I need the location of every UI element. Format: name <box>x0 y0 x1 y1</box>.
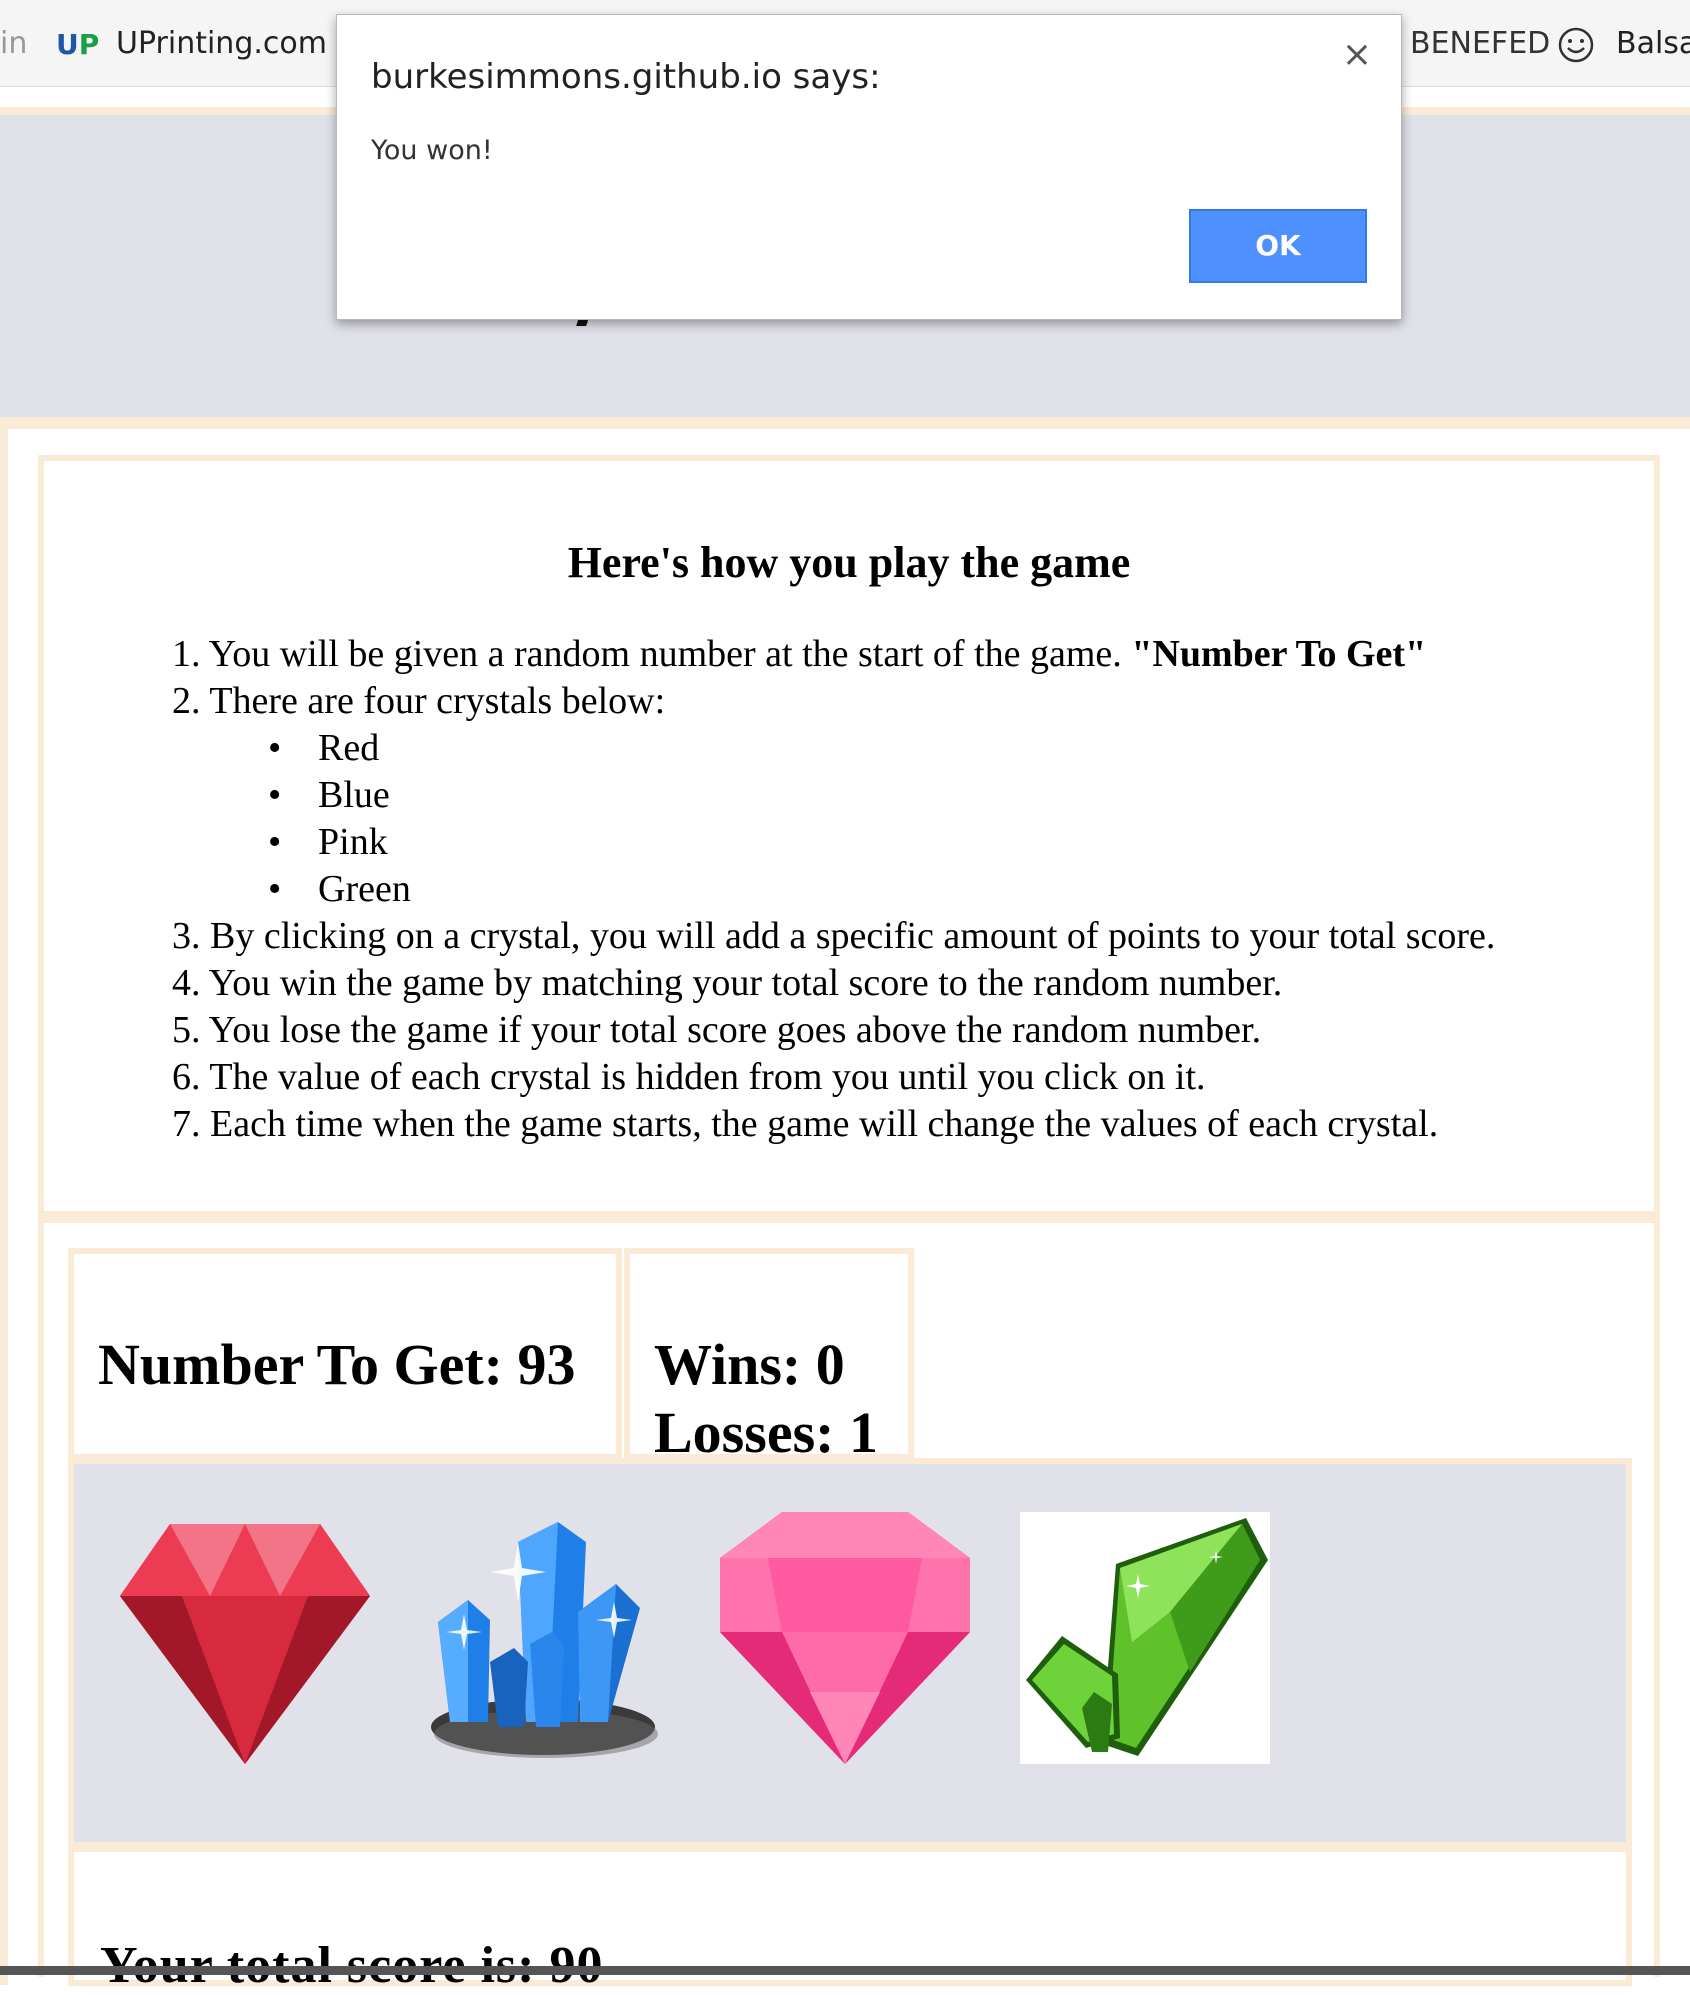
number-to-get: Number To Get: 93 <box>98 1332 576 1397</box>
wins-count: Wins: 0 <box>654 1332 845 1397</box>
instructions-heading: Here's how you play the game <box>567 538 1131 587</box>
instruction-step-6: 6. The value of each crystal is hidden f… <box>172 1056 1206 1098</box>
instructions-list: 1. You will be given a random number at … <box>172 631 1495 1148</box>
alert-dialog: burkesimmons.github.io says: × You won! … <box>336 14 1402 320</box>
divider <box>0 417 1690 429</box>
window-bottom-edge <box>0 1966 1690 1975</box>
instruction-step-3: 3. By clicking on a crystal, you will ad… <box>172 915 1496 957</box>
bookmark-benefed[interactable]: BENEFED <box>1410 26 1550 61</box>
record-box: Wins: 0 Losses: 1 <box>624 1248 914 1460</box>
target-number-box: Number To Get: 93 <box>68 1248 622 1460</box>
dialog-message: You won! <box>371 135 493 166</box>
pink-crystal-button[interactable] <box>720 1512 970 1764</box>
total-score-box: Your total score is: 90 <box>68 1846 1632 1994</box>
red-crystal-button[interactable] <box>120 1512 370 1764</box>
uprinting-logo-icon: UP <box>56 28 100 61</box>
instruction-step-2: 2. There are four crystals below: <box>172 680 666 722</box>
ok-button[interactable]: OK <box>1189 209 1367 283</box>
bookmark-balsam[interactable]: Balsam <box>1616 26 1690 61</box>
instruction-step-4: 4. You win the game by matching your tot… <box>172 962 1283 1004</box>
crystal-color-item: Pink <box>318 819 1495 866</box>
instructions-panel: Here's how you play the game 1. You will… <box>38 455 1660 1217</box>
crystal-color-item: Green <box>318 866 1495 913</box>
smiley-icon <box>1558 27 1594 63</box>
crystal-color-item: Red <box>318 725 1495 772</box>
green-crystal-button[interactable] <box>1020 1512 1270 1764</box>
divider <box>0 425 8 1985</box>
instruction-step-5: 5. You lose the game if your total score… <box>172 1009 1262 1051</box>
dialog-title: burkesimmons.github.io says: <box>371 57 881 97</box>
blue-crystal-button[interactable] <box>418 1512 668 1764</box>
bookmark-partial-left[interactable]: in <box>0 26 27 61</box>
crystal-color-list: Red Blue Pink Green <box>172 725 1495 913</box>
close-icon[interactable]: × <box>1335 33 1379 77</box>
losses-count: Losses: 1 <box>654 1400 878 1460</box>
instruction-step-7: 7. Each time when the game starts, the g… <box>172 1103 1439 1145</box>
instruction-step-1: 1. You will be given a random number at … <box>172 633 1427 675</box>
crystal-color-item: Blue <box>318 772 1495 819</box>
